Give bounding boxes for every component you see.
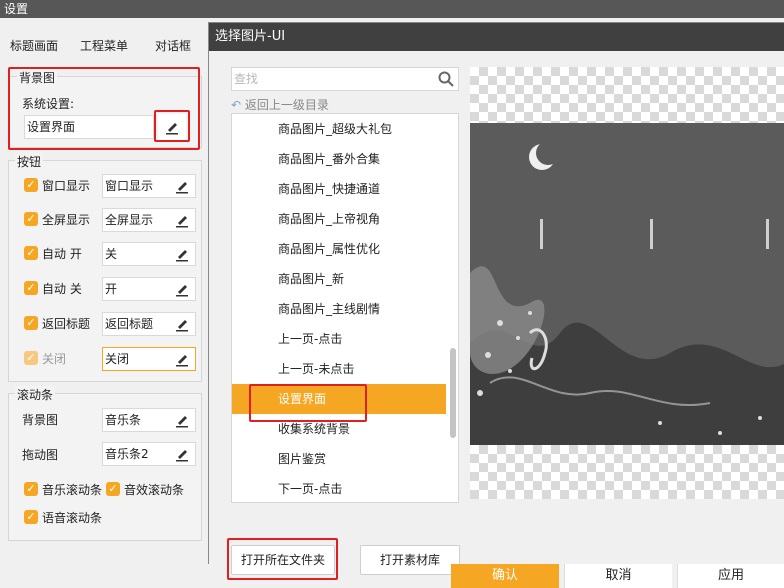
scrollbar-drag-value: 音乐条2 xyxy=(105,447,149,461)
highlight-box-selected-item xyxy=(249,384,367,422)
list-item[interactable]: 商品图片_快捷通道 xyxy=(232,174,446,204)
edit-icon[interactable] xyxy=(175,178,189,194)
back-arrow-icon: ↶ xyxy=(231,98,242,112)
edit-icon[interactable] xyxy=(175,412,189,428)
check-label: 音乐滚动条 xyxy=(42,482,103,497)
edit-icon[interactable] xyxy=(175,351,189,367)
checkbox-checked-icon[interactable]: ✓ xyxy=(24,178,38,192)
sfx-scrollbar-check[interactable]: ✓ 音效滚动条 xyxy=(106,478,184,500)
checkbox-checked-icon[interactable]: ✓ xyxy=(24,246,38,260)
list-item[interactable]: 商品图片_番外合集 xyxy=(232,144,446,174)
tab-project-menu[interactable]: 工程菜单 xyxy=(80,37,128,54)
scrollbar-bg-field[interactable]: 音乐条 xyxy=(102,408,196,432)
scrollbar-group-label: 滚动条 xyxy=(15,386,56,403)
button-row-label: 窗口显示 xyxy=(42,178,91,193)
button-row-field[interactable]: 全屏显示 xyxy=(102,208,196,232)
select-image-dialog: 选择图片-UI 查找 ↶ 返回上一级目录 商品图片_超级大礼包 商品图片_番外合… xyxy=(208,22,784,580)
list-item[interactable]: 上一页-点击 xyxy=(232,324,446,354)
window-title-bar: 设置 xyxy=(0,0,784,18)
scrollbar-bg-value: 音乐条 xyxy=(105,413,142,427)
list-item[interactable]: 商品图片_属性优化 xyxy=(232,234,446,264)
apply-button[interactable]: 应用 xyxy=(677,564,784,588)
footer-bar: 确认 取消 应用 xyxy=(0,564,784,588)
checkbox-checked-icon[interactable]: ✓ xyxy=(24,316,38,330)
button-row-label: 返回标题 xyxy=(42,316,91,331)
button-row-field[interactable]: 关 xyxy=(102,242,196,266)
settings-tabs: 标题画面 工程菜单 对话框 xyxy=(0,18,210,58)
list-item[interactable]: 商品图片_超级大礼包 xyxy=(232,114,446,144)
image-list: 商品图片_超级大礼包 商品图片_番外合集 商品图片_快捷通道 商品图片_上帝视角… xyxy=(231,113,459,503)
search-icon[interactable] xyxy=(438,71,454,87)
list-item[interactable]: 商品图片_新 xyxy=(232,264,446,294)
button-row-field[interactable]: 关闭 xyxy=(102,347,196,371)
button-row[interactable]: ✓ 自动 开 xyxy=(24,242,82,264)
button-row-disabled[interactable]: ✓ 关闭 xyxy=(24,347,66,369)
list-item[interactable]: 图片鉴赏 xyxy=(232,444,446,474)
button-row-label: 自动 开 xyxy=(42,246,82,261)
search-input[interactable]: 查找 xyxy=(231,67,459,91)
checkbox-checked-icon[interactable]: ✓ xyxy=(24,351,38,365)
edit-icon[interactable] xyxy=(175,446,189,462)
button-row[interactable]: ✓ 自动 关 xyxy=(24,277,82,299)
music-scrollbar-check[interactable]: ✓ 音乐滚动条 xyxy=(24,478,102,500)
checkbox-checked-icon[interactable]: ✓ xyxy=(24,510,38,524)
tab-title-screen[interactable]: 标题画面 xyxy=(10,37,58,54)
checkbox-checked-icon[interactable]: ✓ xyxy=(24,212,38,226)
button-row-value: 窗口显示 xyxy=(105,179,154,193)
scrollbar-bg-label: 背景图 xyxy=(22,413,59,427)
image-preview xyxy=(470,67,784,499)
button-row-value: 关闭 xyxy=(105,352,130,366)
button-row-value: 开 xyxy=(105,282,118,296)
list-item[interactable]: 上一页-未点击 xyxy=(232,354,446,384)
checkbox-checked-icon[interactable]: ✓ xyxy=(24,281,38,295)
list-scrollbar[interactable] xyxy=(450,348,456,438)
back-link[interactable]: ↶ 返回上一级目录 xyxy=(231,96,329,113)
check-label: 语音滚动条 xyxy=(42,510,103,525)
tab-dialog[interactable]: 对话框 xyxy=(155,37,191,54)
edit-icon[interactable] xyxy=(175,212,189,228)
button-row-label: 关闭 xyxy=(42,351,67,366)
button-row[interactable]: ✓ 返回标题 xyxy=(24,312,90,334)
search-placeholder: 查找 xyxy=(234,72,259,86)
button-row-label: 全屏显示 xyxy=(42,212,91,227)
preview-artwork xyxy=(470,123,784,445)
checkbox-checked-icon[interactable]: ✓ xyxy=(106,482,120,496)
back-label: 返回上一级目录 xyxy=(244,98,329,112)
cancel-button[interactable]: 取消 xyxy=(564,564,672,588)
list-item[interactable]: 商品图片_上帝视角 xyxy=(232,204,446,234)
button-row-value: 关 xyxy=(105,247,118,261)
list-item[interactable]: 商品图片_主线剧情 xyxy=(232,294,446,324)
edit-icon[interactable] xyxy=(175,246,189,262)
scrollbar-drag-field[interactable]: 音乐条2 xyxy=(102,442,196,466)
dialog-body: 查找 ↶ 返回上一级目录 商品图片_超级大礼包 商品图片_番外合集 商品图片_快… xyxy=(209,51,784,580)
confirm-button[interactable]: 确认 xyxy=(451,564,559,588)
button-row-field[interactable]: 开 xyxy=(102,277,196,301)
button-row-label: 自动 关 xyxy=(42,281,82,296)
button-row-field[interactable]: 返回标题 xyxy=(102,312,196,336)
scrollbar-drag-label: 拖动图 xyxy=(22,448,59,462)
dialog-title: 选择图片-UI xyxy=(209,23,784,51)
window-title: 设置 xyxy=(4,2,29,16)
highlight-box-edit xyxy=(154,110,190,142)
button-row-value: 返回标题 xyxy=(105,317,154,331)
edit-icon[interactable] xyxy=(175,316,189,332)
button-row[interactable]: ✓ 窗口显示 xyxy=(24,174,90,196)
buttons-group-label: 按钮 xyxy=(15,153,44,170)
check-label: 音效滚动条 xyxy=(124,482,185,497)
voice-scrollbar-check[interactable]: ✓ 语音滚动条 xyxy=(24,506,102,528)
checkbox-checked-icon[interactable]: ✓ xyxy=(24,482,38,496)
button-row-field[interactable]: 窗口显示 xyxy=(102,174,196,198)
button-row[interactable]: ✓ 全屏显示 xyxy=(24,208,90,230)
edit-icon[interactable] xyxy=(175,281,189,297)
list-item[interactable]: 下一页-点击 xyxy=(232,474,446,502)
button-row-value: 全屏显示 xyxy=(105,213,154,227)
